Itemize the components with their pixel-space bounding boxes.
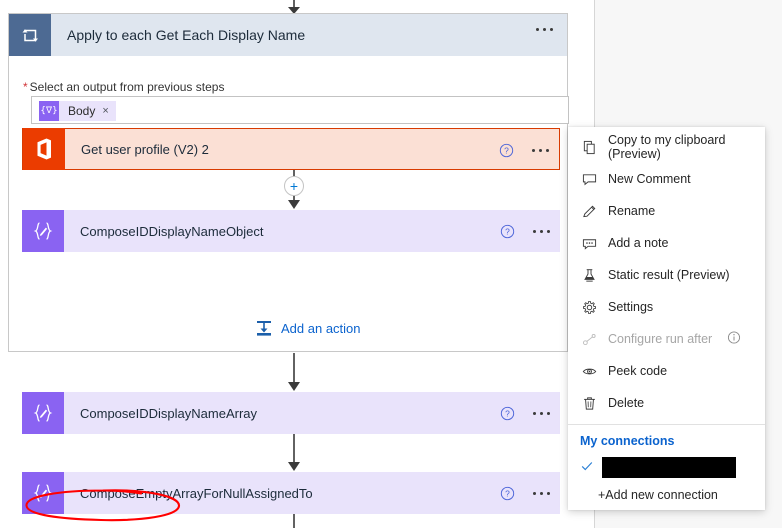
action-context-menu: Copy to my clipboard (Preview) New Comme… [568,127,765,510]
my-connections-header: My connections [580,434,675,448]
menu-item-new-comment[interactable]: New Comment [568,163,765,195]
action-card-compose-empty-array-for-null-assigned-to[interactable]: ComposeEmptyArrayForNullAssignedTo ? [22,472,560,514]
note-icon [580,236,598,251]
help-icon[interactable]: ? [500,406,515,421]
menu-item-copy-to-clipboard[interactable]: Copy to my clipboard (Preview) [568,131,765,163]
scope-more-options-ellipsis-icon[interactable] [536,28,553,31]
gear-icon [580,300,598,315]
svg-text:?: ? [505,488,510,498]
trash-icon [580,396,598,411]
menu-item-label: Static result (Preview) [608,268,730,282]
svg-text:?: ? [504,145,509,155]
menu-item-label: Delete [608,396,645,410]
scope-header[interactable]: Apply to each Get Each Display Name [9,14,567,56]
menu-item-label: New Comment [608,172,691,186]
token-chip-label: Body [68,104,96,118]
help-icon[interactable]: ? [499,143,514,158]
menu-item-label: Copy to my clipboard (Preview) [608,133,726,161]
check-icon [580,459,596,476]
action-card-title: ComposeIDDisplayNameObject [80,223,264,239]
help-icon[interactable]: ? [500,486,515,501]
compose-icon [22,472,64,514]
menu-item-label: Peek code [608,364,668,378]
select-output-input[interactable]: {∇} Body × [31,96,569,124]
select-output-label: * Select an output from previous steps [23,80,224,94]
svg-text:?: ? [505,408,510,418]
required-asterisk: * [23,80,28,94]
action-card-compose-id-display-name-array[interactable]: ComposeIDDisplayNameArray ? [22,392,560,434]
action-card-compose-id-display-name-object[interactable]: ComposeIDDisplayNameObject ? [22,210,560,252]
token-remove-close-icon[interactable]: × [102,105,115,117]
help-icon[interactable]: ? [500,224,515,239]
ellipsis-icon[interactable] [532,148,549,152]
runafter-icon [580,332,598,347]
ellipsis-icon[interactable] [533,411,550,415]
svg-text:?: ? [505,226,510,236]
select-output-label-text: Select an output from previous steps [29,80,225,94]
menu-item-settings[interactable]: Settings [568,291,765,323]
copy-icon [580,140,598,155]
action-card-title: ComposeIDDisplayNameArray [80,405,257,421]
menu-item-delete[interactable]: Delete [568,387,765,419]
menu-item-label: Rename [608,204,656,218]
info-icon[interactable] [727,331,741,348]
add-new-connection-label: +Add new connection [598,488,718,502]
menu-item-label: Add a note [608,236,669,250]
menu-item-configure-run-after: Configure run after [568,323,765,355]
menu-item-add-a-note[interactable]: Add a note [568,227,765,259]
add-action-icon [257,321,271,336]
menu-item-rename[interactable]: Rename [568,195,765,227]
scope-title: Apply to each Get Each Display Name [67,27,306,43]
action-card-get-user-profile[interactable]: Get user profile (V2) 2 ? [22,128,560,170]
menu-item-label: Settings [608,300,654,314]
menu-item-static-result[interactable]: Static result (Preview) [568,259,765,291]
action-card-title: ComposeEmptyArrayForNullAssignedTo [80,485,313,501]
connector-line-4 [293,514,295,528]
flask-icon [580,268,598,283]
office365-icon [23,128,65,170]
compose-icon [22,210,64,252]
comment-icon [580,172,598,187]
connector-line-3 [288,434,300,471]
menu-item-label: Configure run after [608,332,713,346]
action-card-title: Get user profile (V2) 2 [81,141,209,157]
compose-icon [22,392,64,434]
ellipsis-icon[interactable] [533,491,550,495]
ellipsis-icon[interactable] [533,229,550,233]
pencil-icon [580,204,598,219]
expression-icon: {∇} [39,101,59,121]
eye-icon [580,364,598,379]
connection-row-selected[interactable] [568,454,765,480]
connector-arrow-top [288,0,300,14]
loop-icon [9,14,51,56]
flow-designer-canvas: Apply to each Get Each Display Name * Sel… [0,0,594,528]
token-chip-body[interactable]: {∇} Body × [39,101,116,121]
add-new-connection-button[interactable]: +Add new connection [568,480,765,510]
menu-item-peek-code[interactable]: Peek code [568,355,765,387]
add-an-action-label: Add an action [281,320,361,336]
insert-step-plus-button[interactable]: + [284,176,304,196]
redacted-connection-name [602,456,736,478]
add-an-action-button[interactable]: Add an action [255,319,361,337]
connector-line-2 [288,353,300,391]
